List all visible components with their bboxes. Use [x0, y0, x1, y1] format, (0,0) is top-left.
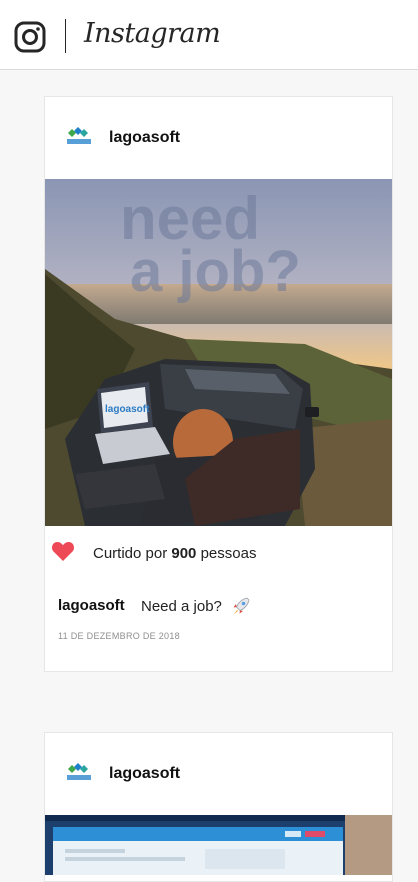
lagoasoft-logo-avatar[interactable] [65, 763, 93, 783]
likes-row: Curtido por 900 pessoas [45, 526, 392, 578]
post-header: lagoasoft [45, 733, 392, 815]
post-image[interactable] [45, 815, 392, 875]
heart-icon[interactable] [51, 540, 75, 562]
date-row: 11 DE DEZEMBRO DE 2018 [45, 620, 392, 658]
caption-username[interactable]: lagoasoft [58, 597, 125, 614]
likes-count: 900 [171, 545, 197, 562]
instagram-wordmark[interactable]: Instagram [84, 18, 221, 49]
likes-suffix: pessoas [200, 545, 257, 562]
post-card: lagoasoft [44, 96, 393, 672]
caption-row: lagoasoft Need a job? [45, 578, 392, 620]
post-card: lagoasoft [44, 732, 393, 882]
post-header: lagoasoft [45, 97, 392, 179]
post-image[interactable]: need a job? lagoasoft [45, 179, 392, 526]
lagoasoft-logo-avatar[interactable] [65, 127, 93, 147]
post-username[interactable]: lagoasoft [109, 129, 180, 147]
headline-line2: a job? [130, 239, 301, 304]
top-bar: Instagram [0, 0, 418, 70]
instagram-camera-icon[interactable] [14, 21, 46, 53]
post-date: 11 DE DEZEMBRO DE 2018 [58, 631, 180, 641]
likes-prefix: Curtido por [93, 545, 168, 562]
post-photo-illustration: need a job? lagoasoft [45, 179, 392, 526]
post-photo-illustration [45, 815, 392, 875]
rocket-icon [233, 597, 250, 614]
header-divider [65, 19, 66, 53]
laptop-brand: lagoasoft [105, 404, 150, 415]
likes-text[interactable]: Curtido por 900 pessoas [93, 545, 256, 562]
caption-text: Need a job? [141, 598, 222, 615]
post-username[interactable]: lagoasoft [109, 765, 180, 783]
